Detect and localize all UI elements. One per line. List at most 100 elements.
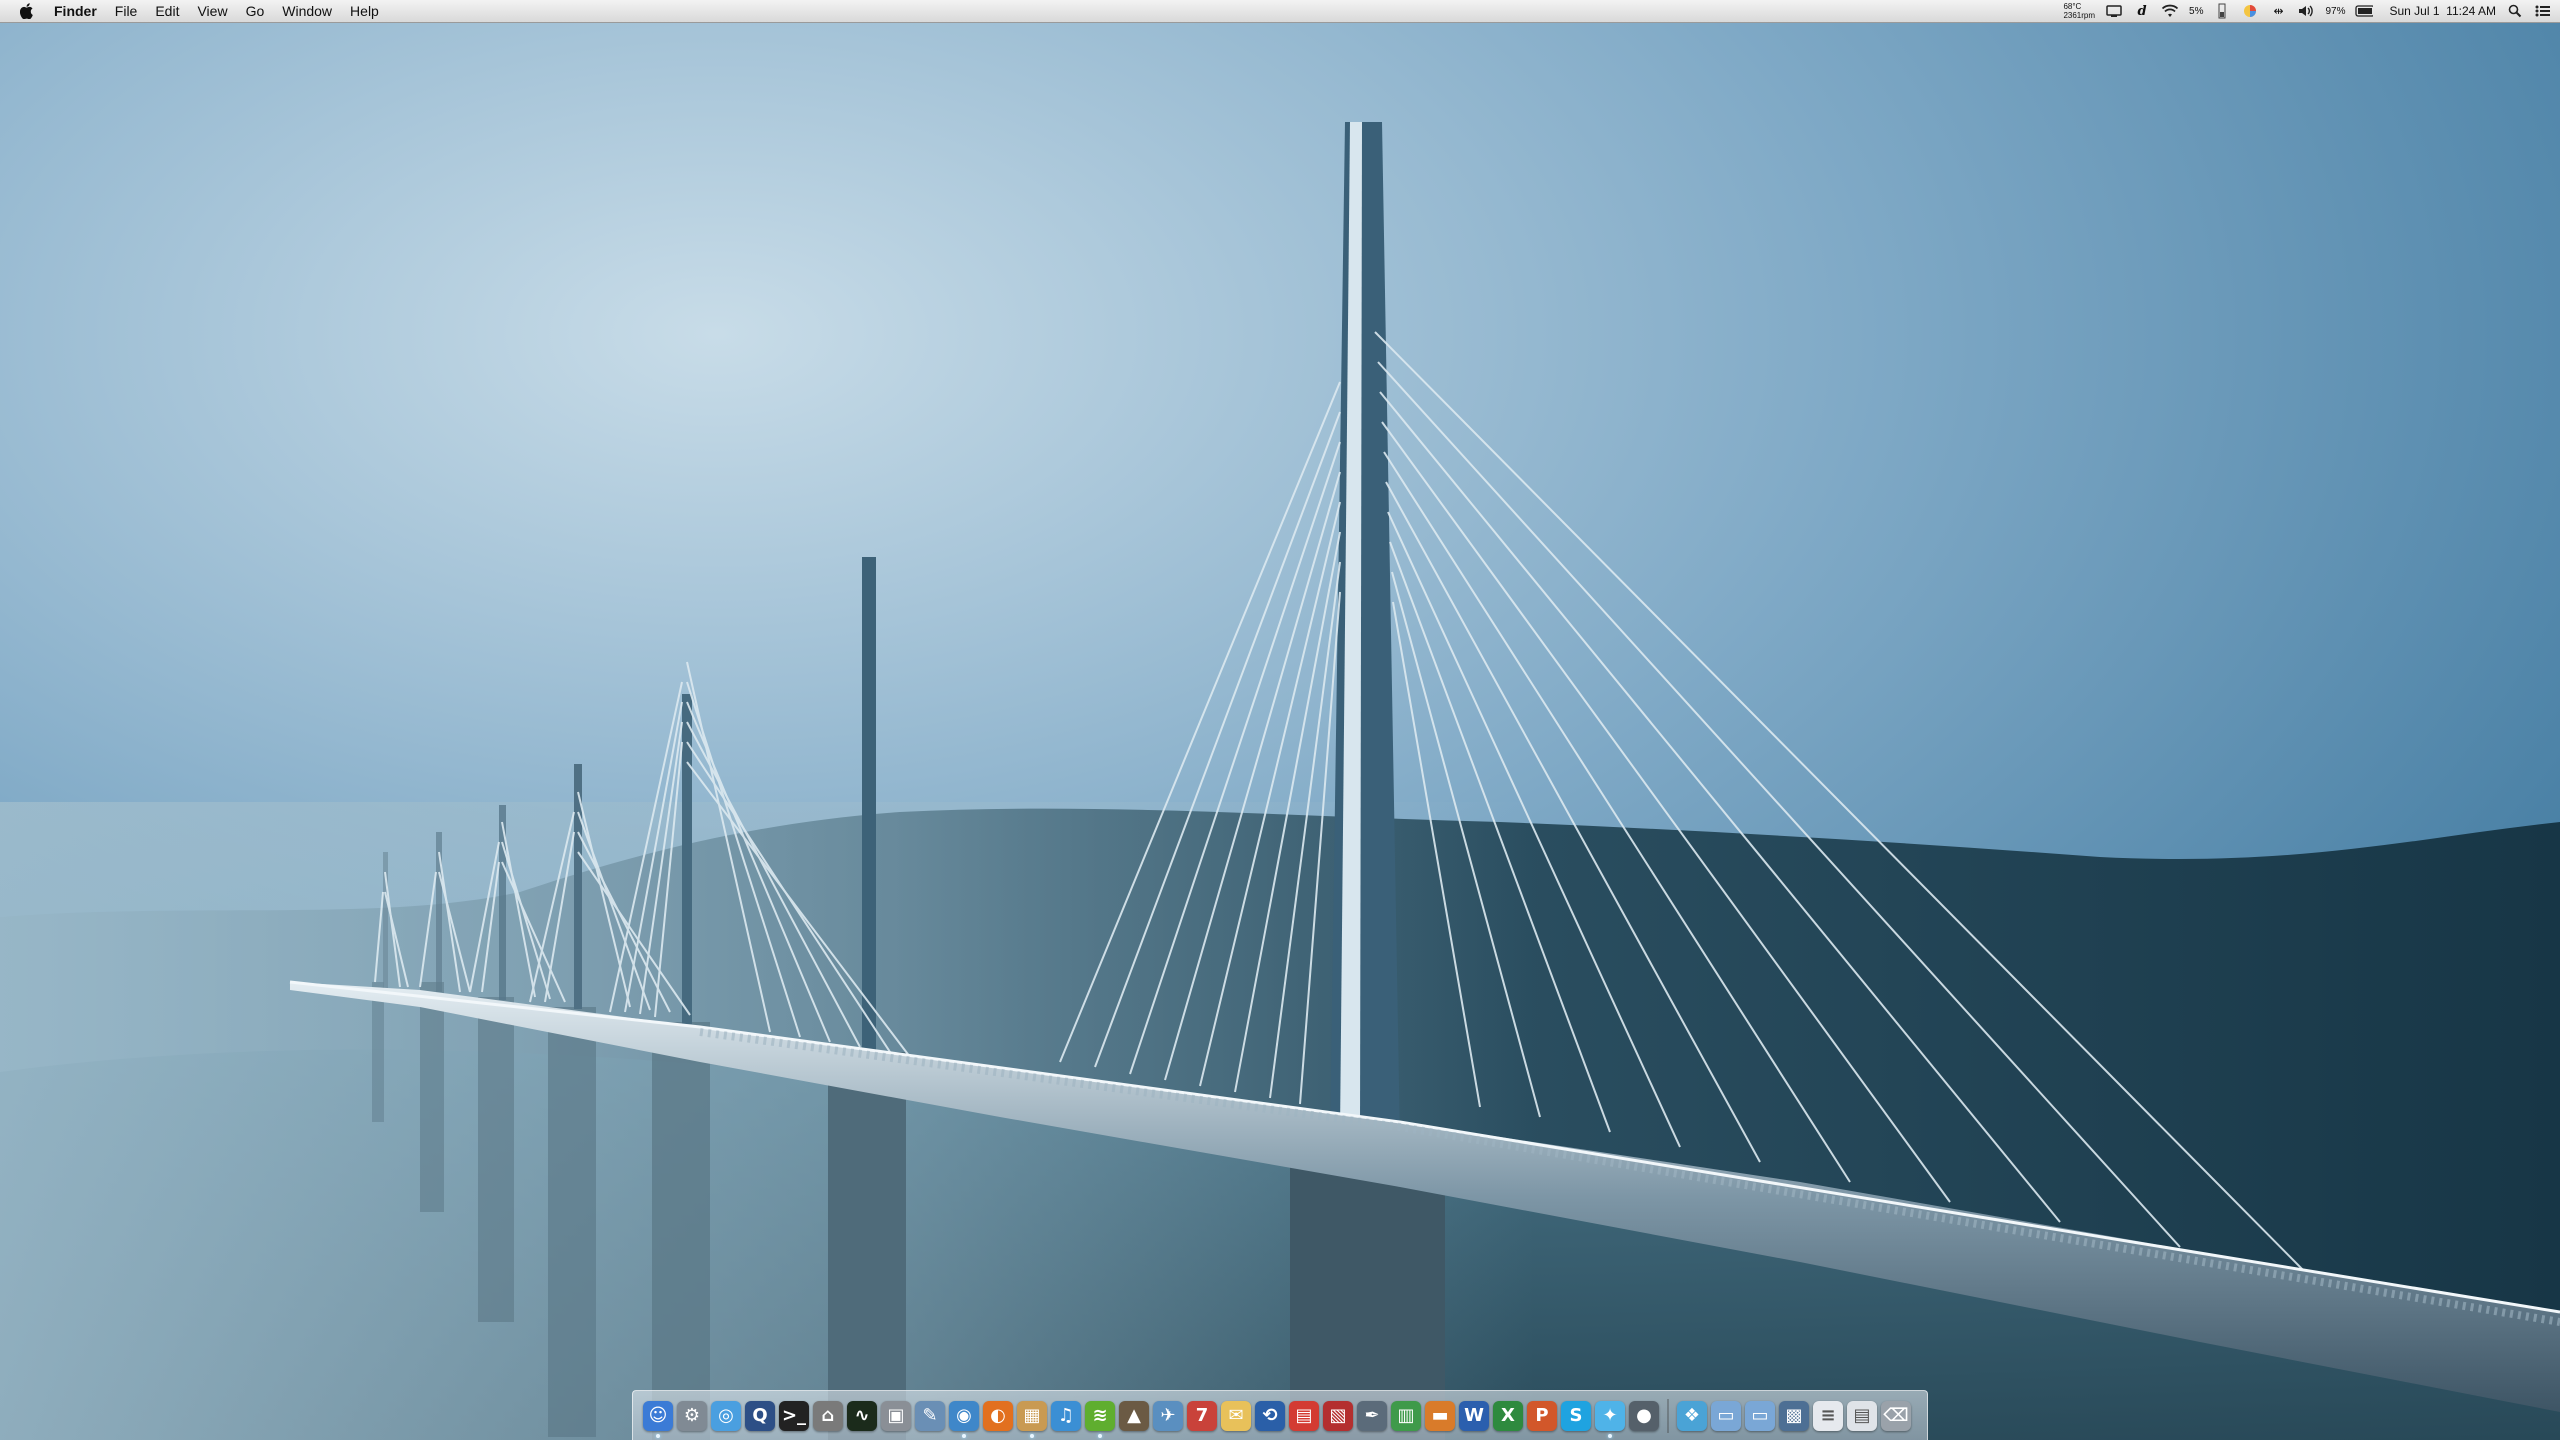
- system-preferences-icon[interactable]: ⚙: [677, 1400, 707, 1431]
- sync-icon[interactable]: ⟲: [1255, 1400, 1285, 1431]
- disk-utility-icon[interactable]: ▣: [881, 1400, 911, 1431]
- pdf-icon[interactable]: ▧: [1323, 1400, 1353, 1431]
- skype-glyph: S: [1569, 1405, 1583, 1426]
- menu-go[interactable]: Go: [237, 0, 274, 22]
- downloads-folder-icon[interactable]: ▭: [1745, 1400, 1775, 1431]
- quicktime-glyph: Q: [752, 1405, 768, 1426]
- calendar-icon[interactable]: 7: [1187, 1400, 1217, 1431]
- keynote-glyph: ▬: [1431, 1405, 1449, 1426]
- documents-folder-glyph: ▭: [1717, 1405, 1735, 1426]
- wifi-icon[interactable]: [2161, 3, 2179, 19]
- app-menu-finder[interactable]: Finder: [48, 0, 106, 22]
- menu-help[interactable]: Help: [341, 0, 388, 22]
- notes-glyph: ✉: [1228, 1405, 1244, 1426]
- desktop-wallpaper: [0, 22, 2560, 1440]
- menu-window[interactable]: Window: [273, 0, 341, 22]
- firefox-glyph: ◐: [990, 1405, 1006, 1426]
- safari-glyph: ◎: [718, 1405, 734, 1426]
- keynote-icon[interactable]: ▬: [1425, 1400, 1455, 1431]
- text-document-icon[interactable]: ≡: [1813, 1400, 1843, 1431]
- script-editor-glyph: ⌂: [821, 1405, 835, 1426]
- running-indicator: [1098, 1433, 1102, 1438]
- screen-stack-glyph: ▩: [1785, 1405, 1803, 1426]
- spotlight-search-icon[interactable]: [2506, 3, 2524, 19]
- menu-view[interactable]: View: [188, 0, 236, 22]
- twitter-glyph: ✦: [1602, 1405, 1618, 1426]
- excel-glyph: X: [1501, 1405, 1515, 1426]
- menu-edit[interactable]: Edit: [146, 0, 188, 22]
- running-indicator: [962, 1433, 966, 1438]
- weather-widget[interactable]: 68°C 2361rpm: [2063, 2, 2095, 20]
- safari-icon[interactable]: ◎: [711, 1400, 741, 1431]
- ical-icon[interactable]: ▤: [1289, 1400, 1319, 1431]
- spotify-icon[interactable]: ≋: [1085, 1400, 1115, 1438]
- dock: ☺ ⚙ ◎ Q >_ ⌂ ∿ ▣ ✎ ◉ ◐ ▦ ♫ ≋ ▲ ✈ 7 ✉ ⟲ ▤ ▧ ✒ ▥ ▬ W X P S ✦ ● ❖ ▭ ▭ ▩ ≡ ▤ ⌫: [632, 1390, 1928, 1440]
- downloads-folder-glyph: ▭: [1751, 1405, 1769, 1426]
- screen-stack-icon[interactable]: ▩: [1779, 1400, 1809, 1431]
- trash-icon[interactable]: ⌫: [1881, 1400, 1911, 1431]
- twitter-icon[interactable]: ✦: [1595, 1400, 1625, 1438]
- battery-percent[interactable]: 97%: [2325, 6, 2345, 17]
- word-icon[interactable]: W: [1459, 1400, 1489, 1431]
- activity-monitor-icon[interactable]: ∿: [847, 1400, 877, 1431]
- menu-file[interactable]: File: [106, 0, 147, 22]
- pen-tool-glyph: ✒: [1364, 1405, 1380, 1426]
- running-indicator: [1030, 1433, 1034, 1438]
- skype-icon[interactable]: S: [1561, 1400, 1591, 1431]
- mail-glyph: ✈: [1160, 1405, 1176, 1426]
- document-stack-glyph: ▤: [1853, 1405, 1871, 1426]
- finder-icon[interactable]: ☺: [643, 1400, 673, 1438]
- script-editor-icon[interactable]: ⌂: [813, 1400, 843, 1431]
- network-icon[interactable]: ◉: [949, 1400, 979, 1438]
- microphone-icon[interactable]: ●: [1629, 1400, 1659, 1431]
- firefox-icon[interactable]: ◐: [983, 1400, 1013, 1431]
- mail-icon[interactable]: ✈: [1153, 1400, 1183, 1431]
- document-stack-icon[interactable]: ▤: [1847, 1400, 1877, 1431]
- notification-list-icon[interactable]: [2534, 3, 2552, 19]
- iphoto-icon[interactable]: ▲: [1119, 1400, 1149, 1431]
- status-area: 68°C 2361rpm d 5% ⇹ 97% Sun Jul 1 11:24 …: [2063, 0, 2552, 22]
- running-indicator: [1608, 1433, 1612, 1438]
- apple-logo-icon[interactable]: [18, 2, 36, 20]
- dock-separator: [1667, 1398, 1669, 1433]
- numbers-icon[interactable]: ▥: [1391, 1400, 1421, 1431]
- display-icon[interactable]: [2105, 3, 2123, 19]
- network-arrows-icon[interactable]: ⇹: [2269, 3, 2287, 19]
- bookmark-stack-icon[interactable]: ❖: [1677, 1400, 1707, 1431]
- color-wheel-icon[interactable]: [2241, 3, 2259, 19]
- cpu-usage[interactable]: 5%: [2189, 6, 2203, 17]
- trash-glyph: ⌫: [1883, 1405, 1909, 1426]
- battery-icon[interactable]: [2355, 3, 2374, 19]
- disk-utility-glyph: ▣: [887, 1405, 905, 1426]
- pen-tool-icon[interactable]: ✒: [1357, 1400, 1387, 1431]
- memory-gauge-icon[interactable]: [2213, 3, 2231, 19]
- calendar-glyph: 7: [1195, 1405, 1209, 1426]
- archive-icon[interactable]: ▦: [1017, 1400, 1047, 1438]
- notes-icon[interactable]: ✉: [1221, 1400, 1251, 1431]
- weather-info: 2361rpm: [2063, 11, 2096, 20]
- dictionary-icon[interactable]: d: [2133, 3, 2151, 19]
- microphone-glyph: ●: [1636, 1405, 1652, 1426]
- excel-icon[interactable]: X: [1493, 1400, 1523, 1431]
- documents-folder-icon[interactable]: ▭: [1711, 1400, 1741, 1431]
- terminal-icon[interactable]: >_: [779, 1400, 809, 1431]
- bookmark-stack-glyph: ❖: [1683, 1405, 1701, 1426]
- volume-icon[interactable]: [2297, 3, 2315, 19]
- preview-icon[interactable]: ✎: [915, 1400, 945, 1431]
- archive-glyph: ▦: [1023, 1405, 1041, 1426]
- quicktime-icon[interactable]: Q: [745, 1400, 775, 1431]
- network-glyph: ◉: [956, 1405, 972, 1426]
- text-document-glyph: ≡: [1820, 1405, 1836, 1426]
- finder-glyph: ☺: [648, 1405, 668, 1426]
- iphoto-glyph: ▲: [1127, 1405, 1141, 1426]
- itunes-icon[interactable]: ♫: [1051, 1400, 1081, 1431]
- itunes-glyph: ♫: [1057, 1405, 1075, 1426]
- word-glyph: W: [1464, 1405, 1484, 1426]
- running-indicator: [656, 1433, 660, 1438]
- powerpoint-icon[interactable]: P: [1527, 1400, 1557, 1431]
- powerpoint-glyph: P: [1535, 1405, 1549, 1426]
- clock[interactable]: Sun Jul 1 11:24 AM: [2389, 4, 2496, 18]
- activity-monitor-glyph: ∿: [854, 1405, 870, 1426]
- terminal-glyph: >_: [781, 1405, 807, 1426]
- sync-glyph: ⟲: [1262, 1405, 1278, 1426]
